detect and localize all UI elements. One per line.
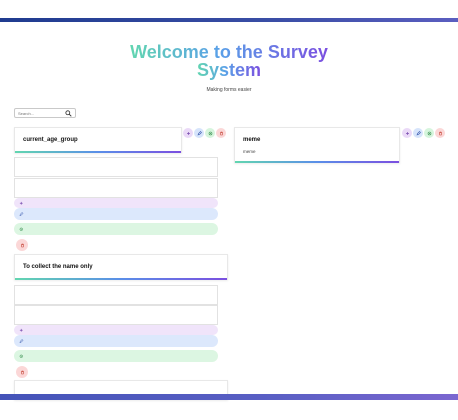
blank-field[interactable] [14,285,218,305]
view-button[interactable] [14,223,218,235]
trash-icon [219,131,223,135]
pencil-icon [19,211,24,216]
plus-icon [19,201,23,205]
top-accent-bar [0,18,458,22]
page-title: Welcome to the Survey System [130,42,328,80]
edit-button[interactable] [14,208,218,220]
card-accent-line [15,151,181,153]
survey-card[interactable]: meme meme [234,127,400,163]
delete-button[interactable] [16,366,28,378]
search-input[interactable] [18,110,62,117]
survey-card[interactable]: To collect the name only [14,254,228,280]
blank-field[interactable] [14,178,218,198]
pencil-icon [197,130,202,135]
blank-field[interactable] [14,157,218,177]
eye-icon [19,354,23,358]
edit-survey-button[interactable] [413,128,423,138]
edit-button[interactable] [14,335,218,347]
card-accent-line [235,161,399,163]
survey-card[interactable]: current_age_group [14,127,182,153]
eye-icon [208,131,212,135]
survey-card-description: meme [243,149,256,154]
trash-icon [438,131,442,135]
add-question-button[interactable] [183,128,193,138]
trash-icon [20,243,24,247]
eye-icon [19,227,23,231]
survey-card-title: meme [243,137,261,143]
bottom-accent-bar [0,394,458,400]
survey-card-title: To collect the name only [23,264,93,270]
delete-button[interactable] [16,239,28,251]
view-survey-button[interactable] [205,128,215,138]
add-button[interactable] [14,198,218,208]
view-survey-button[interactable] [424,128,434,138]
plus-icon [186,131,190,135]
view-button[interactable] [14,350,218,362]
eye-icon [427,131,431,135]
search-box[interactable] [14,108,76,118]
plus-icon [19,328,23,332]
pencil-icon [19,338,24,343]
add-question-button[interactable] [402,128,412,138]
page-subtitle: Making forms easier [206,87,252,93]
add-button[interactable] [14,325,218,335]
trash-icon [20,370,24,374]
plus-icon [405,131,409,135]
edit-survey-button[interactable] [194,128,204,138]
search-icon[interactable] [65,110,72,117]
blank-field[interactable] [14,305,218,325]
delete-survey-button[interactable] [216,128,226,138]
delete-survey-button[interactable] [435,128,445,138]
survey-card-title: current_age_group [23,137,78,143]
card-accent-line [15,278,227,280]
pencil-icon [416,130,421,135]
